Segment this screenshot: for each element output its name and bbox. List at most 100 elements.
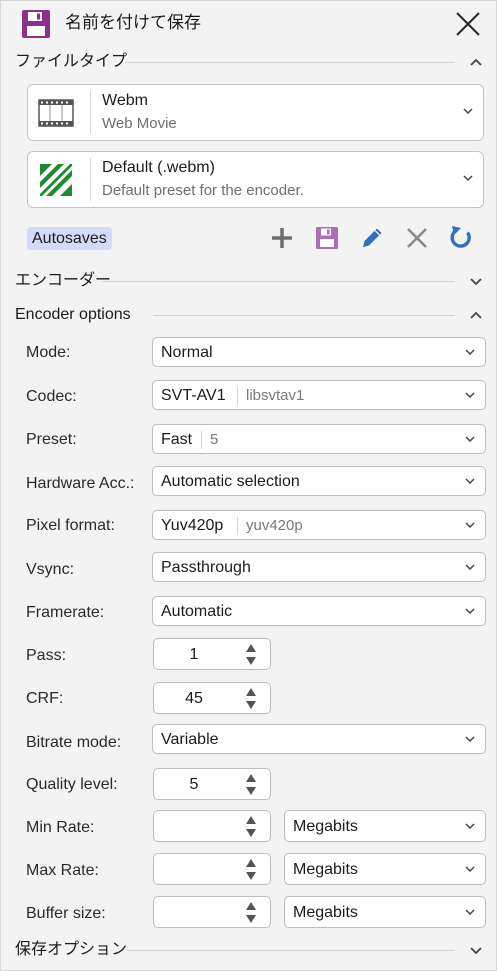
mode-label: Mode: bbox=[26, 344, 71, 361]
preset-select[interactable]: Default (.webm) Default preset for the e… bbox=[27, 151, 484, 208]
quality-level-label: Quality level: bbox=[26, 776, 118, 793]
max-rate-label: Max Rate: bbox=[26, 862, 99, 879]
spinner-arrows-icon[interactable] bbox=[244, 773, 258, 797]
buffer-size-label: Buffer size: bbox=[26, 905, 106, 922]
edit-icon[interactable] bbox=[358, 224, 386, 252]
bitrate-mode-select[interactable]: Variable bbox=[152, 724, 486, 754]
save-icon[interactable] bbox=[313, 224, 341, 252]
value-separator bbox=[237, 387, 238, 405]
ffmpeg-logo-icon bbox=[39, 163, 73, 197]
section-title: ファイルタイプ bbox=[15, 53, 128, 70]
quality-level-value: 5 bbox=[189, 776, 199, 793]
window-title: 名前を付けて保存 bbox=[65, 13, 201, 32]
spinner-arrows-icon[interactable] bbox=[244, 815, 258, 839]
framerate-label: Framerate: bbox=[26, 604, 105, 621]
reset-icon[interactable] bbox=[447, 224, 475, 252]
codec-select[interactable]: SVT-AV1 libsvtav1 bbox=[152, 380, 486, 410]
pass-label: Pass: bbox=[26, 647, 67, 664]
chevron-down-icon bbox=[465, 564, 475, 571]
pixel-format-value: Yuv420p bbox=[161, 517, 224, 534]
divider bbox=[127, 950, 455, 951]
close-icon[interactable] bbox=[452, 8, 484, 40]
value-separator bbox=[237, 517, 238, 535]
mode-select[interactable]: Normal bbox=[152, 337, 486, 367]
framerate-select[interactable]: Automatic bbox=[152, 596, 486, 626]
section-title: Encoder options bbox=[15, 306, 131, 323]
pass-value: 1 bbox=[189, 646, 199, 663]
chevron-down-icon[interactable] bbox=[467, 941, 485, 959]
max-rate-unit: Megabits bbox=[293, 861, 358, 878]
pixel-format-select[interactable]: Yuv420p yuv420p bbox=[152, 510, 486, 540]
crf-value: 45 bbox=[185, 690, 203, 707]
preset-level-select[interactable]: Fast 5 bbox=[152, 424, 486, 454]
spinner-arrows-icon[interactable] bbox=[244, 858, 258, 882]
hardware-acc-label: Hardware Acc.: bbox=[26, 475, 135, 492]
quality-level-spinner[interactable]: 5 bbox=[153, 768, 271, 800]
buffer-size-spinner[interactable] bbox=[153, 896, 271, 928]
mode-value: Normal bbox=[161, 344, 213, 361]
chevron-down-icon bbox=[463, 175, 473, 182]
preset-value: Fast bbox=[161, 431, 193, 448]
section-title: 保存オプション bbox=[15, 941, 128, 958]
add-icon[interactable] bbox=[268, 224, 296, 252]
max-rate-unit-select[interactable]: Megabits bbox=[284, 853, 486, 885]
chevron-down-icon bbox=[463, 108, 473, 115]
encoder-section-header[interactable]: エンコーダー bbox=[15, 270, 485, 292]
preset-name: Default (.webm) bbox=[102, 159, 215, 176]
min-rate-unit-select[interactable]: Megabits bbox=[284, 810, 486, 842]
framerate-value: Automatic bbox=[161, 603, 233, 620]
bitrate-mode-value: Variable bbox=[161, 731, 219, 748]
autosaves-button[interactable]: Autosaves bbox=[27, 227, 112, 250]
chevron-up-icon[interactable] bbox=[467, 53, 485, 71]
chevron-down-icon bbox=[465, 608, 475, 615]
card-separator bbox=[90, 158, 91, 201]
buffer-size-unit-select[interactable]: Megabits bbox=[284, 896, 486, 928]
title-bar: 名前を付けて保存 bbox=[0, 0, 497, 46]
chevron-up-icon[interactable] bbox=[467, 306, 485, 324]
pixel-format-label: Pixel format: bbox=[26, 517, 115, 534]
bitrate-mode-label: Bitrate mode: bbox=[26, 734, 122, 751]
crf-label: CRF: bbox=[26, 690, 64, 707]
save-options-section-header[interactable]: 保存オプション bbox=[15, 939, 485, 961]
spinner-arrows-icon[interactable] bbox=[244, 687, 258, 711]
chevron-down-icon bbox=[465, 436, 475, 443]
preset-description: Default preset for the encoder. bbox=[102, 182, 304, 199]
divider bbox=[153, 315, 455, 316]
preset-detail: 5 bbox=[210, 431, 219, 448]
chevron-down-icon bbox=[465, 478, 475, 485]
vsync-label: Vsync: bbox=[26, 561, 75, 578]
spinner-arrows-icon[interactable] bbox=[244, 643, 258, 667]
chevron-down-icon bbox=[465, 909, 475, 916]
spinner-arrows-icon[interactable] bbox=[244, 901, 258, 925]
divider bbox=[125, 62, 455, 63]
encoder-options-section-header[interactable]: Encoder options bbox=[15, 304, 485, 326]
codec-value: SVT-AV1 bbox=[161, 387, 226, 404]
chevron-down-icon bbox=[465, 736, 475, 743]
chevron-down-icon bbox=[465, 392, 475, 399]
hardware-acc-value: Automatic selection bbox=[161, 473, 300, 490]
max-rate-spinner[interactable] bbox=[153, 853, 271, 885]
crf-spinner[interactable]: 45 bbox=[153, 682, 271, 714]
chevron-down-icon bbox=[465, 823, 475, 830]
chevron-down-icon[interactable] bbox=[467, 272, 485, 290]
file-type-name: Webm bbox=[102, 92, 148, 109]
vsync-select[interactable]: Passthrough bbox=[152, 552, 486, 582]
card-separator bbox=[90, 91, 91, 134]
codec-detail: libsvtav1 bbox=[246, 387, 305, 404]
file-type-section-header[interactable]: ファイルタイプ bbox=[15, 51, 485, 73]
pass-spinner[interactable]: 1 bbox=[153, 638, 271, 670]
min-rate-label: Min Rate: bbox=[26, 819, 95, 836]
min-rate-unit: Megabits bbox=[293, 818, 358, 835]
min-rate-spinner[interactable] bbox=[153, 810, 271, 842]
film-strip-icon bbox=[38, 99, 74, 127]
vsync-value: Passthrough bbox=[161, 559, 251, 576]
delete-icon[interactable] bbox=[403, 224, 431, 252]
divider bbox=[102, 281, 455, 282]
value-separator bbox=[201, 431, 202, 449]
file-type-description: Web Movie bbox=[102, 115, 177, 132]
pixel-format-detail: yuv420p bbox=[246, 517, 303, 534]
chevron-down-icon bbox=[465, 866, 475, 873]
file-type-select[interactable]: Webm Web Movie bbox=[27, 84, 484, 141]
hardware-acc-select[interactable]: Automatic selection bbox=[152, 466, 486, 496]
buffer-size-unit: Megabits bbox=[293, 904, 358, 921]
